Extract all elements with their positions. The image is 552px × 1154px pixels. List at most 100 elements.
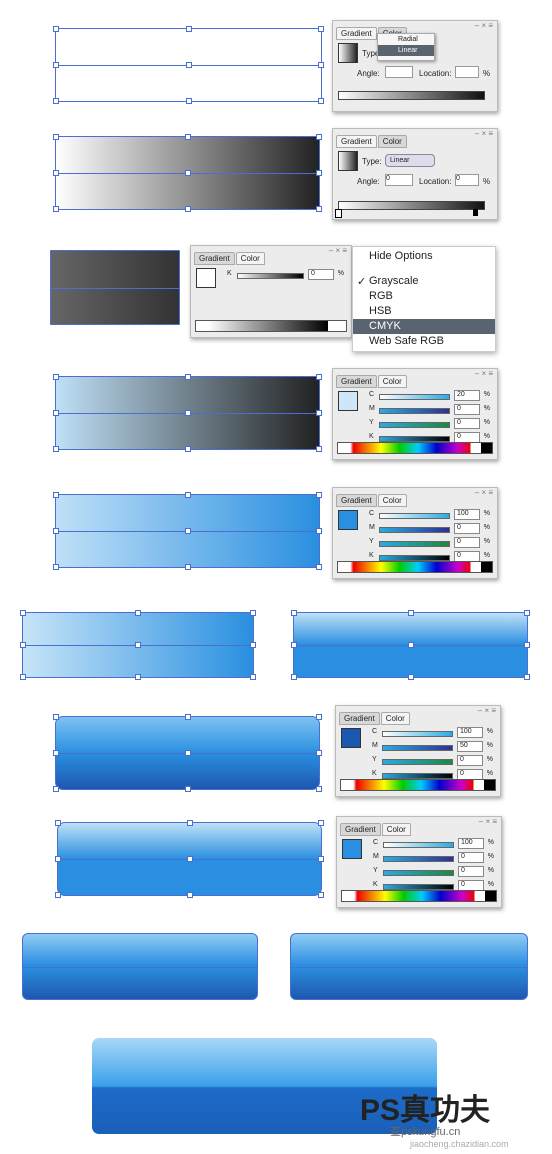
tab-gradient[interactable]: Gradient: [194, 252, 235, 265]
channel-slider[interactable]: [237, 273, 304, 279]
anchor-handle[interactable]: [316, 786, 322, 792]
color-stop-black[interactable]: [473, 209, 478, 216]
menu-item-hsb[interactable]: HSB: [353, 304, 495, 319]
shape-rectangle-blue[interactable]: [53, 492, 322, 570]
anchor-handle[interactable]: [185, 98, 192, 104]
anchor-handle[interactable]: [524, 610, 530, 616]
anchor-handle[interactable]: [53, 26, 59, 32]
channel-slider[interactable]: [382, 759, 453, 765]
anchor-handle[interactable]: [53, 446, 59, 452]
anchor-handle[interactable]: [55, 856, 61, 862]
anchor-handle[interactable]: [316, 492, 322, 498]
tab-gradient[interactable]: Gradient: [336, 375, 377, 388]
anchor-handle[interactable]: [184, 374, 191, 380]
anchor-handle[interactable]: [53, 528, 59, 534]
anchor-handle[interactable]: [291, 642, 297, 648]
anchor-handle[interactable]: [186, 856, 193, 862]
anchor-handle[interactable]: [184, 786, 191, 792]
anchor-handle[interactable]: [524, 674, 530, 680]
anchor-handle[interactable]: [184, 134, 191, 140]
type-select[interactable]: Linear: [385, 154, 435, 167]
channel-slider[interactable]: [383, 842, 454, 848]
shape-rectangle-dark[interactable]: [50, 250, 180, 325]
anchor-handle[interactable]: [250, 610, 256, 616]
menu-item-hide-options[interactable]: Hide Options: [353, 249, 495, 264]
shape-button-left[interactable]: [22, 933, 258, 1000]
anchor-handle[interactable]: [291, 674, 297, 680]
anchor-handle[interactable]: [316, 714, 322, 720]
anchor-handle[interactable]: [53, 170, 59, 176]
tab-gradient[interactable]: Gradient: [336, 27, 377, 40]
anchor-handle[interactable]: [135, 674, 141, 680]
tab-gradient[interactable]: Gradient: [336, 494, 377, 507]
anchor-handle[interactable]: [184, 750, 191, 756]
anchor-handle[interactable]: [184, 170, 191, 176]
anchor-handle[interactable]: [318, 820, 324, 826]
channel-value-input[interactable]: 100: [457, 727, 483, 738]
anchor-handle[interactable]: [316, 206, 322, 212]
anchor-handle[interactable]: [53, 410, 59, 416]
anchor-handle[interactable]: [20, 642, 26, 648]
anchor-handle[interactable]: [184, 446, 191, 452]
anchor-handle[interactable]: [184, 492, 191, 498]
channel-slider[interactable]: [383, 870, 454, 876]
anchor-handle[interactable]: [184, 410, 191, 416]
anchor-handle[interactable]: [316, 134, 322, 140]
channel-value-input[interactable]: 20: [454, 390, 480, 401]
panel-menu-icon[interactable]: – × ≡: [475, 369, 493, 378]
anchor-handle[interactable]: [318, 62, 324, 68]
angle-input[interactable]: [385, 66, 413, 78]
menu-item-grayscale[interactable]: ✓ Grayscale: [353, 274, 495, 289]
anchor-handle[interactable]: [184, 528, 191, 534]
tab-color[interactable]: Color: [377, 375, 407, 388]
channel-value-input[interactable]: 0: [454, 523, 480, 534]
anchor-handle[interactable]: [316, 446, 322, 452]
channel-value-input[interactable]: 0: [308, 269, 334, 280]
shape-rectangle-empty[interactable]: [53, 26, 324, 104]
panel-menu-icon[interactable]: – × ≡: [478, 706, 496, 715]
anchor-handle[interactable]: [407, 674, 414, 680]
anchor-handle[interactable]: [53, 134, 59, 140]
channel-slider[interactable]: [379, 408, 450, 414]
anchor-handle[interactable]: [135, 610, 141, 616]
panel-menu-icon[interactable]: – × ≡: [479, 817, 497, 826]
tab-gradient[interactable]: Gradient: [336, 135, 377, 148]
channel-value-input[interactable]: 0: [458, 866, 484, 877]
anchor-handle[interactable]: [316, 750, 322, 756]
anchor-handle[interactable]: [53, 98, 59, 104]
anchor-handle[interactable]: [135, 642, 141, 648]
menu-item-cmyk[interactable]: CMYK: [353, 319, 495, 334]
anchor-handle[interactable]: [53, 374, 59, 380]
anchor-handle[interactable]: [53, 492, 59, 498]
anchor-handle[interactable]: [186, 892, 193, 898]
channel-value-input[interactable]: 100: [458, 838, 484, 849]
anchor-handle[interactable]: [185, 62, 192, 68]
anchor-handle[interactable]: [407, 642, 414, 648]
channel-slider[interactable]: [382, 731, 453, 737]
anchor-handle[interactable]: [316, 528, 322, 534]
anchor-handle[interactable]: [318, 26, 324, 32]
shape-rectangle-left[interactable]: [20, 610, 256, 680]
panel-menu-icon[interactable]: – × ≡: [475, 129, 493, 138]
anchor-handle[interactable]: [20, 674, 26, 680]
shape-rectangle-lightblue-dark[interactable]: [53, 374, 322, 452]
dropdown-option-radial[interactable]: Radial: [378, 34, 434, 45]
grayscale-ramp[interactable]: [195, 320, 347, 332]
anchor-handle[interactable]: [316, 374, 322, 380]
anchor-handle[interactable]: [185, 26, 192, 32]
anchor-handle[interactable]: [316, 170, 322, 176]
dropdown-option-linear[interactable]: Linear: [378, 45, 434, 56]
color-spectrum[interactable]: [340, 779, 496, 791]
gradient-slider[interactable]: [338, 91, 485, 100]
anchor-handle[interactable]: [318, 856, 324, 862]
shape-rectangle-right[interactable]: [291, 610, 530, 680]
location-input[interactable]: 0: [455, 174, 479, 186]
anchor-handle[interactable]: [184, 206, 191, 212]
anchor-handle[interactable]: [186, 820, 193, 826]
anchor-handle[interactable]: [53, 206, 59, 212]
shape-rectangle-gradient[interactable]: [53, 134, 322, 212]
color-stop-white[interactable]: [335, 209, 342, 218]
shape-button-draft-2[interactable]: [55, 820, 324, 898]
channel-value-input[interactable]: 0: [454, 537, 480, 548]
color-spectrum[interactable]: [337, 442, 493, 454]
